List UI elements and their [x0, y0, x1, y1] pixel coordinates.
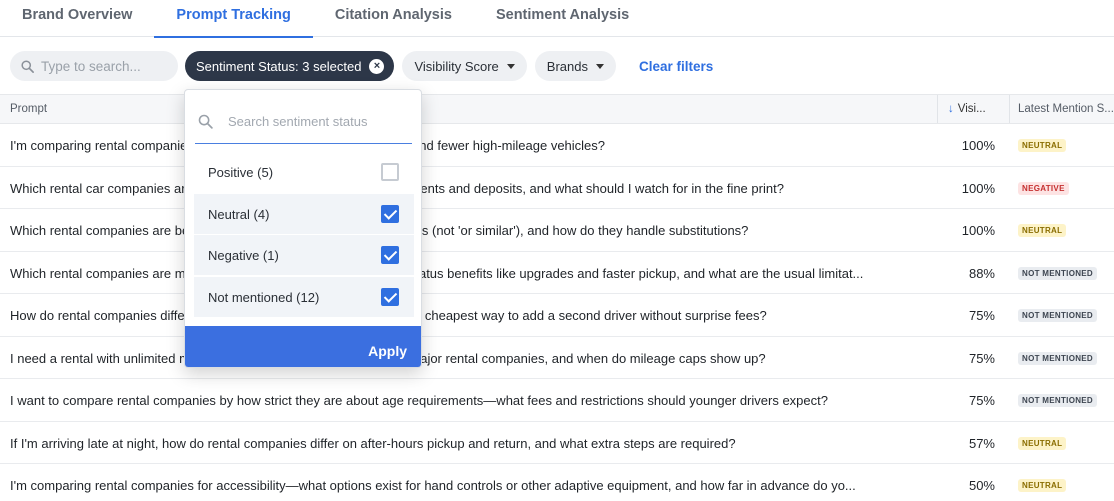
- prompt-cell: I want to compare rental companies by ho…: [10, 393, 828, 408]
- prompt-cell: I'm comparing rental companies: which on…: [10, 138, 606, 153]
- sentiment-search-box[interactable]: [195, 100, 412, 144]
- visibility-cell: 50%: [968, 478, 995, 493]
- prompt-cell: I'm comparing rental companies for acces…: [10, 478, 856, 493]
- column-header-visibility[interactable]: ↓ Visi...: [937, 95, 1009, 123]
- prompt-cell: Which rental companies are most generous…: [10, 265, 864, 281]
- option-not-mentioned[interactable]: Not mentioned (12): [194, 277, 414, 317]
- option-negative[interactable]: Negative (1): [194, 235, 414, 275]
- prompt-cell: How do rental companies differ on additi…: [10, 308, 767, 323]
- chevron-down-icon: [506, 63, 515, 69]
- column-header-visibility-label: Visi...: [957, 103, 986, 115]
- clear-sentiment-filter-icon[interactable]: ×: [369, 58, 385, 74]
- option-positive[interactable]: Positive (5): [194, 152, 414, 192]
- search-icon: [21, 59, 34, 73]
- visibility-cell: 100%: [961, 180, 995, 196]
- checkbox[interactable]: [381, 163, 399, 181]
- status-badge: NEUTRAL: [1018, 224, 1067, 237]
- column-header-prompt[interactable]: Prompt: [10, 103, 47, 115]
- status-badge: NEGATIVE: [1018, 181, 1069, 195]
- status-badge: NOT MENTIONED: [1018, 266, 1098, 280]
- status-badge: NOT MENTIONED: [1018, 351, 1098, 365]
- prompt-cell: Which rental car companies are most flex…: [10, 180, 784, 196]
- brands-filter[interactable]: Brands: [534, 51, 616, 81]
- prompt-cell: I need a rental with unlimited mileage: …: [10, 350, 766, 366]
- tab-sentiment-analysis[interactable]: Sentiment Analysis: [474, 0, 651, 37]
- tab-citation-analysis[interactable]: Citation Analysis: [313, 0, 474, 37]
- sort-descending-icon: ↓: [948, 103, 954, 115]
- status-badge: NOT MENTIONED: [1018, 394, 1098, 407]
- table-row[interactable]: Which rental companies are best at guara…: [0, 209, 1114, 252]
- search-box[interactable]: [10, 51, 178, 81]
- visibility-cell: 100%: [961, 223, 995, 238]
- prompt-cell: Which rental companies are best at guara…: [10, 223, 749, 238]
- visibility-cell: 100%: [961, 138, 995, 153]
- visibility-cell: 88%: [968, 265, 995, 281]
- visibility-cell: 75%: [968, 308, 995, 323]
- table-row[interactable]: I'm comparing rental companies: which on…: [0, 124, 1114, 167]
- tab-brand-overview[interactable]: Brand Overview: [0, 0, 154, 37]
- checkbox[interactable]: [381, 246, 399, 264]
- visibility-cell: 75%: [968, 350, 995, 366]
- checkbox[interactable]: [381, 288, 399, 306]
- option-label: Positive (5): [208, 164, 274, 180]
- column-header-latest-mention[interactable]: Latest Mention S...: [1009, 95, 1114, 123]
- tab-prompt-tracking[interactable]: Prompt Tracking: [154, 0, 314, 38]
- table-row[interactable]: I want to compare rental companies by ho…: [0, 379, 1114, 422]
- search-input[interactable]: [41, 58, 171, 74]
- visibility-score-filter[interactable]: Visibility Score: [402, 51, 527, 81]
- table-header: Prompt ↓ Visi... Latest Mention S...: [0, 94, 1114, 124]
- table-row[interactable]: I need a rental with unlimited mileage: …: [0, 337, 1114, 379]
- checkbox[interactable]: [381, 205, 399, 223]
- option-neutral[interactable]: Neutral (4): [194, 194, 414, 234]
- sentiment-status-filter-label: Sentiment Status: 3 selected: [196, 58, 362, 74]
- clear-filters-button[interactable]: Clear filters: [639, 59, 713, 74]
- status-badge: NOT MENTIONED: [1018, 309, 1098, 322]
- table-row[interactable]: If I'm arriving late at night, how do re…: [0, 422, 1114, 464]
- search-icon: [198, 114, 213, 129]
- status-badge: NEUTRAL: [1018, 479, 1067, 492]
- table-row[interactable]: How do rental companies differ on additi…: [0, 294, 1114, 337]
- prompt-cell: If I'm arriving late at night, how do re…: [10, 435, 736, 451]
- chevron-down-icon: [595, 63, 604, 69]
- sentiment-search-input[interactable]: [228, 114, 398, 129]
- tab-bar: Brand Overview Prompt Tracking Citation …: [0, 0, 1114, 38]
- visibility-cell: 57%: [968, 435, 995, 451]
- option-label: Not mentioned (12): [208, 289, 320, 305]
- sentiment-status-filter[interactable]: Sentiment Status: 3 selected ×: [185, 51, 395, 81]
- filter-bar: Sentiment Status: 3 selected × Visibilit…: [10, 51, 713, 81]
- status-badge: NEUTRAL: [1018, 436, 1067, 450]
- sentiment-status-dropdown: Positive (5) Neutral (4) Negative (1) No…: [184, 89, 422, 368]
- option-label: Negative (1): [208, 247, 279, 263]
- visibility-cell: 75%: [968, 393, 995, 408]
- table-row[interactable]: Which rental companies are most generous…: [0, 252, 1114, 294]
- table-row[interactable]: Which rental car companies are most flex…: [0, 167, 1114, 209]
- visibility-score-filter-label: Visibility Score: [414, 58, 499, 74]
- status-badge: NEUTRAL: [1018, 139, 1067, 152]
- apply-button[interactable]: Apply: [185, 326, 421, 367]
- table-row[interactable]: I'm comparing rental companies for acces…: [0, 464, 1114, 501]
- brands-filter-label: Brands: [546, 58, 588, 74]
- option-label: Neutral (4): [208, 206, 270, 222]
